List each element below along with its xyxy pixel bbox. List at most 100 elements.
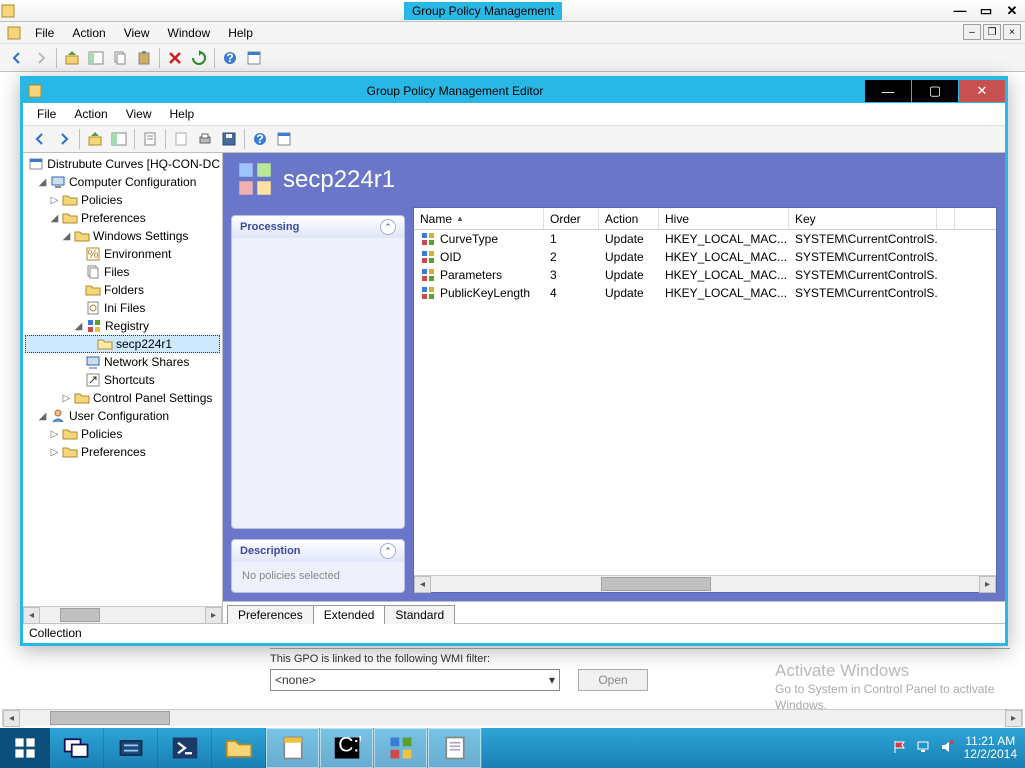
scroll-thumb[interactable] [50, 711, 170, 725]
tree-windows-settings[interactable]: ◢ Windows Settings [25, 227, 220, 245]
twisty-open-icon[interactable]: ◢ [49, 213, 60, 224]
scroll-right-button[interactable]: ▸ [979, 576, 996, 593]
list-row[interactable]: PublicKeyLength4UpdateHKEY_LOCAL_MAC...S… [414, 284, 996, 302]
wmi-filter-select[interactable]: <none> ▾ [270, 669, 560, 691]
outer-titlebar[interactable]: Group Policy Management — ▭ ✕ [0, 0, 1025, 22]
tray-flag-icon[interactable] [892, 739, 908, 758]
collapse-button[interactable]: ⌃ [380, 219, 396, 235]
twisty-open-icon[interactable]: ◢ [73, 321, 84, 332]
inner-minimize-button[interactable]: — [865, 80, 911, 102]
tab-standard[interactable]: Standard [384, 605, 455, 624]
taskbar-gpm[interactable] [266, 728, 320, 768]
menu-file[interactable]: File [27, 24, 62, 42]
inner-show-hide-tree-button[interactable] [108, 128, 130, 150]
tree-secp224r1[interactable]: secp224r1 [25, 335, 220, 353]
twisty-open-icon[interactable]: ◢ [37, 177, 48, 188]
outer-close-button[interactable]: ✕ [999, 1, 1025, 21]
tree-network-shares[interactable]: Network Shares [25, 353, 220, 371]
col-action[interactable]: Action [599, 208, 659, 229]
tray-volume-icon[interactable] [940, 739, 956, 758]
twisty-open-icon[interactable]: ◢ [61, 231, 72, 242]
list-row[interactable]: Parameters3UpdateHKEY_LOCAL_MAC...SYSTEM… [414, 266, 996, 284]
col-key[interactable]: Key [789, 208, 937, 229]
list-row[interactable]: OID2UpdateHKEY_LOCAL_MAC...SYSTEM\Curren… [414, 248, 996, 266]
inner-maximize-button[interactable]: ▢ [912, 80, 958, 102]
menu-help[interactable]: Help [220, 24, 261, 42]
mdi-minimize-button[interactable]: – [963, 24, 981, 40]
tray-network-icon[interactable] [916, 739, 932, 758]
inner-close-button[interactable]: ✕ [959, 80, 1005, 102]
twisty-closed-icon[interactable]: ▷ [49, 195, 60, 206]
tab-preferences[interactable]: Preferences [227, 605, 314, 624]
col-hive[interactable]: Hive [659, 208, 789, 229]
collapse-button[interactable]: ⌃ [380, 543, 396, 559]
menu-view[interactable]: View [116, 24, 158, 42]
tree-registry[interactable]: ◢ Registry [25, 317, 220, 335]
scroll-thumb[interactable] [60, 608, 100, 622]
scroll-thumb[interactable] [601, 577, 711, 591]
back-button[interactable] [6, 47, 28, 69]
tree-horizontal-scrollbar[interactable]: ◂ ▸ [23, 606, 222, 623]
delete-button[interactable] [164, 47, 186, 69]
forward-button[interactable] [30, 47, 52, 69]
taskbar-gpme[interactable] [374, 728, 428, 768]
tree-computer-config[interactable]: ◢ Computer Configuration [25, 173, 220, 191]
wmi-open-button[interactable]: Open [578, 669, 648, 691]
tree-user-policies[interactable]: ▷ Policies [25, 425, 220, 443]
twisty-closed-icon[interactable]: ▷ [49, 429, 60, 440]
tree-control-panel[interactable]: ▷ Control Panel Settings [25, 389, 220, 407]
tree-root[interactable]: Distrubute Curves [HQ-CON-DC [25, 155, 220, 173]
taskbar-taskview[interactable] [50, 728, 104, 768]
mdi-restore-button[interactable]: ❐ [983, 24, 1001, 40]
taskbar-cmd[interactable]: C:\ [320, 728, 374, 768]
copy-button[interactable] [109, 47, 131, 69]
tree-files[interactable]: Files [25, 263, 220, 281]
scroll-left-button[interactable]: ◂ [414, 576, 431, 593]
twisty-open-icon[interactable]: ◢ [37, 411, 48, 422]
col-order[interactable]: Order [544, 208, 599, 229]
inner-titlebar[interactable]: Group Policy Management Editor — ▢ ✕ [23, 79, 1005, 103]
taskbar-notepad[interactable] [428, 728, 482, 768]
scroll-right-button[interactable]: ▸ [1005, 710, 1022, 727]
refresh-button[interactable] [188, 47, 210, 69]
outer-maximize-button[interactable]: ▭ [973, 1, 999, 21]
scroll-right-button[interactable]: ▸ [205, 607, 222, 624]
tree-policies[interactable]: ▷ Policies [25, 191, 220, 209]
inner-cut-button[interactable] [170, 128, 192, 150]
inner-help-button[interactable]: ? [249, 128, 271, 150]
tree-user-config[interactable]: ◢ User Configuration [25, 407, 220, 425]
options-button[interactable] [243, 47, 265, 69]
tree-environment[interactable]: % Environment [25, 245, 220, 263]
taskbar-server-manager[interactable] [104, 728, 158, 768]
inner-options-button[interactable] [273, 128, 295, 150]
list-horizontal-scrollbar[interactable]: ◂ ▸ [414, 575, 996, 592]
inner-menu-action[interactable]: Action [66, 105, 115, 123]
tree-folders[interactable]: Folders [25, 281, 220, 299]
tree-shortcuts[interactable]: Shortcuts [25, 371, 220, 389]
inner-menu-file[interactable]: File [29, 105, 64, 123]
show-hide-tree-button[interactable] [85, 47, 107, 69]
inner-up-button[interactable] [84, 128, 106, 150]
tree-preferences[interactable]: ◢ Preferences [25, 209, 220, 227]
tree-ini-files[interactable]: Ini Files [25, 299, 220, 317]
twisty-icon[interactable] [25, 159, 26, 170]
tab-extended[interactable]: Extended [313, 605, 386, 624]
list-row[interactable]: CurveType1UpdateHKEY_LOCAL_MAC...SYSTEM\… [414, 230, 996, 248]
paste-button[interactable] [133, 47, 155, 69]
list-body[interactable]: CurveType1UpdateHKEY_LOCAL_MAC...SYSTEM\… [414, 230, 996, 575]
tray-clock[interactable]: 11:21 AM 12/2/2014 [964, 735, 1017, 761]
inner-save-button[interactable] [218, 128, 240, 150]
scroll-left-button[interactable]: ◂ [23, 607, 40, 624]
start-button[interactable] [0, 728, 50, 768]
twisty-closed-icon[interactable]: ▷ [49, 447, 60, 458]
menu-action[interactable]: Action [64, 24, 113, 42]
help-button[interactable]: ? [219, 47, 241, 69]
console-tree[interactable]: Distrubute Curves [HQ-CON-DC ◢ Computer … [23, 153, 222, 605]
taskbar[interactable]: C:\ 11:21 AM 12/2/2014 [0, 728, 1025, 768]
inner-menu-help[interactable]: Help [162, 105, 203, 123]
inner-print-button[interactable] [194, 128, 216, 150]
system-tray[interactable]: 11:21 AM 12/2/2014 [884, 728, 1025, 768]
menu-window[interactable]: Window [160, 24, 219, 42]
col-name[interactable]: Name▲ [414, 208, 544, 229]
tree-user-preferences[interactable]: ▷ Preferences [25, 443, 220, 461]
